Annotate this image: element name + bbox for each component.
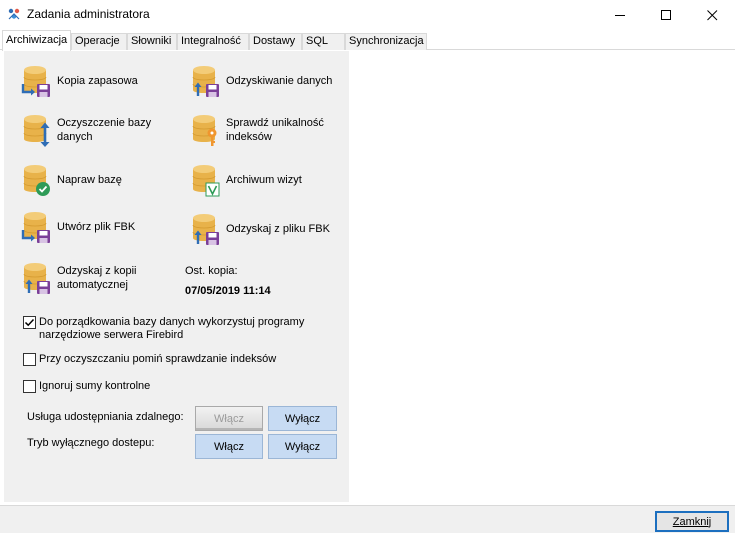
database-check-icon (23, 164, 50, 196)
skip-index-check-checkbox[interactable] (23, 353, 36, 366)
archive-visits-label: Archiwum wizyt (226, 174, 302, 186)
database-save-icon (21, 65, 50, 97)
cleanup-action[interactable]: Oczyszczenie bazy danych (21, 113, 151, 147)
check-unique-label-line1: Sprawdź unikalność (226, 117, 324, 129)
firebird-tools-label-line2: narzędziowe serwera Firebird (39, 329, 184, 341)
bottom-bar (0, 505, 735, 533)
exclusive-access-label: Tryb wyłącznego dostepu: (27, 437, 155, 449)
database-restore-icon (192, 65, 219, 98)
backup-action[interactable]: Kopia zapasowa (21, 64, 138, 98)
database-save-icon (21, 211, 50, 243)
database-cleanup-icon (23, 114, 50, 147)
option-ignore-checksums[interactable]: Ignoruj sumy kontrolne (23, 380, 150, 393)
tab-integralnosc[interactable]: Integralność (177, 33, 249, 50)
cleanup-label-line2: danych (57, 131, 93, 143)
recover-fbk-action[interactable]: Odzyskaj z pliku FBK (190, 212, 330, 246)
minimize-button[interactable] (597, 0, 643, 30)
option-skip-index-check[interactable]: Przy oczyszczaniu pomiń sprawdzanie inde… (23, 353, 276, 366)
database-key-icon (192, 114, 217, 146)
archive-visits-action[interactable]: Archiwum wizyt (190, 163, 302, 197)
firebird-tools-label-line1: Do porządkowania bazy danych wykorzystuj… (39, 316, 305, 328)
ignore-checksums-label: Ignoruj sumy kontrolne (39, 380, 151, 392)
close-dialog-label: Zamknij (672, 515, 712, 528)
create-fbk-action[interactable]: Utwórz plik FBK (21, 210, 135, 244)
repair-action[interactable]: Napraw bazę (21, 163, 122, 197)
recover-fbk-label: Odzyskaj z pliku FBK (226, 223, 330, 235)
skip-index-check-label: Przy oczyszczaniu pomiń sprawdzanie inde… (39, 353, 277, 365)
backup-label: Kopia zapasowa (57, 75, 138, 87)
last-backup-value: 07/05/2019 11:14 (185, 285, 271, 297)
recover-auto-label-line1: Odzyskaj z kopii (57, 265, 137, 277)
checkmark-icon (24, 318, 35, 327)
tab-slowniki[interactable]: Słowniki (127, 33, 177, 50)
recover-auto-action[interactable]: Odzyskaj z kopii automatycznej (21, 261, 136, 295)
tab-sql[interactable]: SQL (302, 33, 345, 50)
database-restore-icon (23, 262, 50, 295)
check-unique-action[interactable]: Sprawdź unikalność indeksów (190, 113, 324, 147)
remote-sharing-label: Usługa udostępniania zdalnego: (27, 411, 184, 423)
database-archive-icon (192, 164, 220, 197)
maximize-button[interactable] (643, 0, 689, 30)
recover-auto-label-line2: automatycznej (57, 279, 128, 291)
tab-archiwizacja[interactable]: Archiwizacja (2, 30, 71, 51)
minimize-icon (614, 14, 625, 16)
tab-operacje[interactable]: Operacje (71, 33, 127, 50)
maximize-icon (660, 9, 671, 20)
close-icon (706, 9, 717, 20)
app-icon (8, 8, 20, 20)
last-backup-label: Ost. kopia: (185, 265, 238, 277)
firebird-tools-checkbox[interactable] (23, 316, 36, 329)
recover-label: Odzyskiwanie danych (226, 75, 333, 87)
close-window-button[interactable] (689, 0, 735, 30)
exclusive-access-disable-button[interactable]: Wyłącz (268, 434, 337, 459)
database-restore-icon (192, 213, 219, 246)
ignore-checksums-checkbox[interactable] (23, 380, 36, 393)
window-title: Zadania administratora (27, 7, 150, 21)
repair-label: Napraw bazę (57, 174, 122, 186)
check-unique-label-line2: indeksów (226, 131, 272, 143)
tab-synchronizacja[interactable]: Synchronizacja (345, 33, 427, 50)
recover-action[interactable]: Odzyskiwanie danych (190, 64, 332, 98)
option-firebird-tools[interactable]: Do porządkowania bazy danych wykorzystuj… (23, 316, 304, 342)
tab-strip: Archiwizacja Operacje Słowniki Integraln… (0, 30, 735, 51)
cleanup-label-line1: Oczyszczenie bazy (57, 117, 152, 129)
exclusive-access-enable-button[interactable]: Włącz (195, 434, 263, 459)
title-bar: Zadania administratora (0, 0, 735, 30)
tab-dostawy[interactable]: Dostawy (249, 33, 302, 50)
create-fbk-label: Utwórz plik FBK (57, 221, 136, 233)
remote-sharing-enable-button[interactable]: Włącz (195, 406, 263, 431)
close-dialog-button[interactable]: Zamknij (655, 511, 729, 532)
remote-sharing-disable-button[interactable]: Wyłącz (268, 406, 337, 431)
